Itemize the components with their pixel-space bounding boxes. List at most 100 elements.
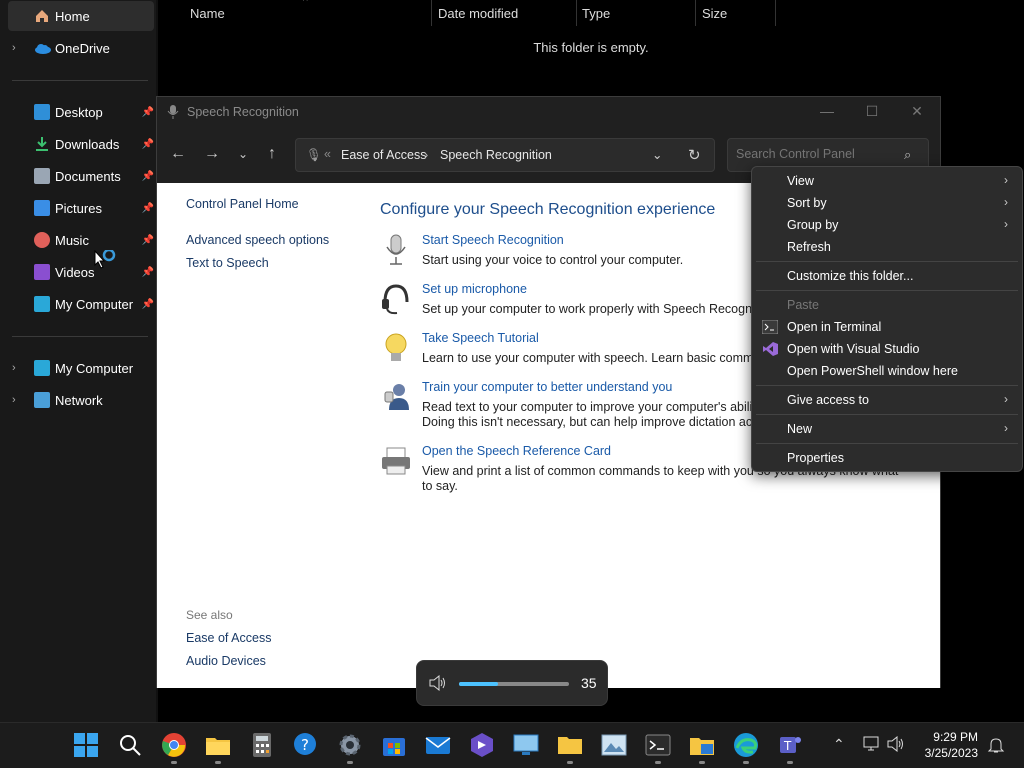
running-indicator (743, 761, 749, 764)
link-ease-of-access[interactable]: Ease of Access (186, 631, 271, 645)
nav-downloads[interactable]: Downloads 📌 (8, 129, 154, 159)
link-take-speech-tutorial[interactable]: Take Speech Tutorial (422, 331, 539, 345)
column-date-modified[interactable]: Date modified (438, 6, 518, 21)
clock[interactable]: 9:29 PM 3/25/2023 (918, 729, 978, 761)
terminal-icon[interactable] (645, 732, 671, 758)
nav-my-computer[interactable]: › My Computer (8, 353, 154, 383)
search-icon[interactable] (117, 732, 143, 758)
column-divider[interactable] (576, 0, 577, 26)
home-icon (34, 8, 50, 24)
search-icon[interactable]: ⌕ (904, 147, 911, 163)
settings-icon[interactable] (337, 732, 363, 758)
nav-documents[interactable]: Documents 📌 (8, 161, 154, 191)
chevron-right-icon: › (1004, 421, 1008, 435)
menu-item-view[interactable]: View › (752, 170, 1022, 192)
chevron-right-icon[interactable]: › (12, 394, 16, 406)
link-control-panel-home[interactable]: Control Panel Home (186, 197, 299, 211)
clock-time: 9:29 PM (933, 730, 978, 744)
link-advanced-speech-options[interactable]: Advanced speech options (186, 233, 329, 247)
column-divider[interactable] (775, 0, 776, 26)
breadcrumb-ease-of-access[interactable]: Ease of Access (341, 148, 426, 162)
folder-icon[interactable] (557, 732, 583, 758)
visual-studio-icon[interactable] (469, 732, 495, 758)
nav-pictures[interactable]: Pictures 📌 (8, 193, 154, 223)
refresh-icon[interactable]: ↻ (688, 146, 701, 164)
chevron-right-icon[interactable]: › (12, 42, 16, 54)
nav-videos[interactable]: Videos 📌 (8, 257, 154, 287)
recent-locations-button[interactable]: ⌄ (231, 147, 255, 161)
title-bar[interactable]: Speech Recognition — ☐ ✕ (157, 97, 940, 129)
menu-item-properties[interactable]: Properties (752, 447, 1022, 469)
remote-desktop-icon[interactable] (513, 732, 539, 758)
page-heading: Configure your Speech Recognition experi… (380, 201, 716, 218)
pin-icon: 📌 (141, 298, 154, 310)
column-divider[interactable] (431, 0, 432, 26)
mail-icon[interactable] (425, 732, 451, 758)
link-text-to-speech[interactable]: Text to Speech (186, 256, 269, 270)
volume-tray-icon[interactable] (887, 735, 905, 755)
file-explorer-pinned-icon[interactable] (689, 732, 715, 758)
get-help-icon[interactable]: ? (293, 732, 319, 758)
link-audio-devices[interactable]: Audio Devices (186, 654, 266, 668)
edge-icon[interactable] (733, 732, 759, 758)
running-indicator (787, 761, 793, 764)
notification-icon[interactable] (987, 736, 1005, 757)
menu-item-new[interactable]: New › (752, 418, 1022, 440)
teams-icon[interactable]: T (777, 732, 803, 758)
nav-onedrive[interactable]: › OneDrive (8, 33, 154, 63)
speaker-icon[interactable] (429, 674, 447, 694)
start-button[interactable] (73, 732, 99, 758)
link-open-speech-reference-card[interactable]: Open the Speech Reference Card (422, 444, 611, 458)
column-type[interactable]: Type (582, 6, 610, 21)
network-status-icon[interactable] (863, 736, 881, 755)
maximize-button[interactable]: ☐ (857, 103, 887, 120)
running-indicator (347, 761, 353, 764)
menu-item-paste: Paste (787, 298, 819, 312)
breadcrumb-speech-recognition[interactable]: Speech Recognition (440, 148, 552, 162)
chrome-icon[interactable] (161, 732, 187, 758)
nav-network[interactable]: › Network (8, 385, 154, 415)
column-size[interactable]: Size (702, 6, 727, 21)
menu-item-sort-by[interactable]: Sort by › (752, 192, 1022, 214)
nav-desktop[interactable]: Desktop 📌 (8, 97, 154, 127)
volume-slider[interactable] (459, 682, 569, 686)
menu-item-refresh[interactable]: Refresh (752, 236, 1022, 258)
store-icon[interactable] (381, 732, 407, 758)
running-indicator (567, 761, 573, 764)
minimize-button[interactable]: — (812, 103, 842, 119)
up-button[interactable]: ↑ (260, 145, 284, 163)
link-train-computer[interactable]: Train your computer to better understand… (422, 380, 672, 394)
search-input[interactable] (736, 147, 896, 161)
back-button[interactable]: ← (166, 145, 190, 163)
column-name[interactable]: Name (190, 6, 225, 21)
file-explorer-icon[interactable] (205, 732, 231, 758)
menu-separator (756, 443, 1018, 444)
nav-music[interactable]: Music 📌 (8, 225, 154, 255)
link-set-up-microphone[interactable]: Set up microphone (422, 282, 527, 296)
menu-item-open-in-terminal[interactable]: Open in Terminal (752, 316, 1022, 338)
menu-item-customize-folder[interactable]: Customize this folder... (752, 265, 1022, 287)
headset-icon (379, 282, 413, 316)
show-hidden-icons-chevron-icon[interactable]: ⌃ (833, 736, 845, 753)
menu-item-open-powershell[interactable]: Open PowerShell window here (752, 360, 1022, 382)
nav-home[interactable]: Home (8, 1, 154, 31)
nav-my-computer-pinned[interactable]: My Computer 📌 (8, 289, 154, 319)
close-button[interactable]: ✕ (902, 103, 932, 120)
photos-icon[interactable] (601, 732, 627, 758)
microphone-icon (166, 104, 180, 123)
running-indicator (699, 761, 705, 764)
menu-item-give-access-to[interactable]: Give access to › (752, 389, 1022, 411)
address-bar[interactable]: 🎙 « Ease of Access › Speech Recognition … (295, 138, 715, 172)
link-start-speech-recognition[interactable]: Start Speech Recognition (422, 233, 564, 247)
forward-button[interactable]: → (200, 145, 224, 163)
chevron-right-icon[interactable]: › (12, 362, 16, 374)
column-divider[interactable] (695, 0, 696, 26)
menu-separator (756, 385, 1018, 386)
chevron-down-icon[interactable]: ⌄ (652, 147, 662, 162)
menu-item-group-by[interactable]: Group by › (752, 214, 1022, 236)
menu-item-open-with-visual-studio[interactable]: Open with Visual Studio (752, 338, 1022, 360)
printer-icon (379, 444, 413, 478)
calculator-icon[interactable] (249, 732, 275, 758)
microphone-icon (379, 233, 413, 267)
running-indicator (171, 761, 177, 764)
